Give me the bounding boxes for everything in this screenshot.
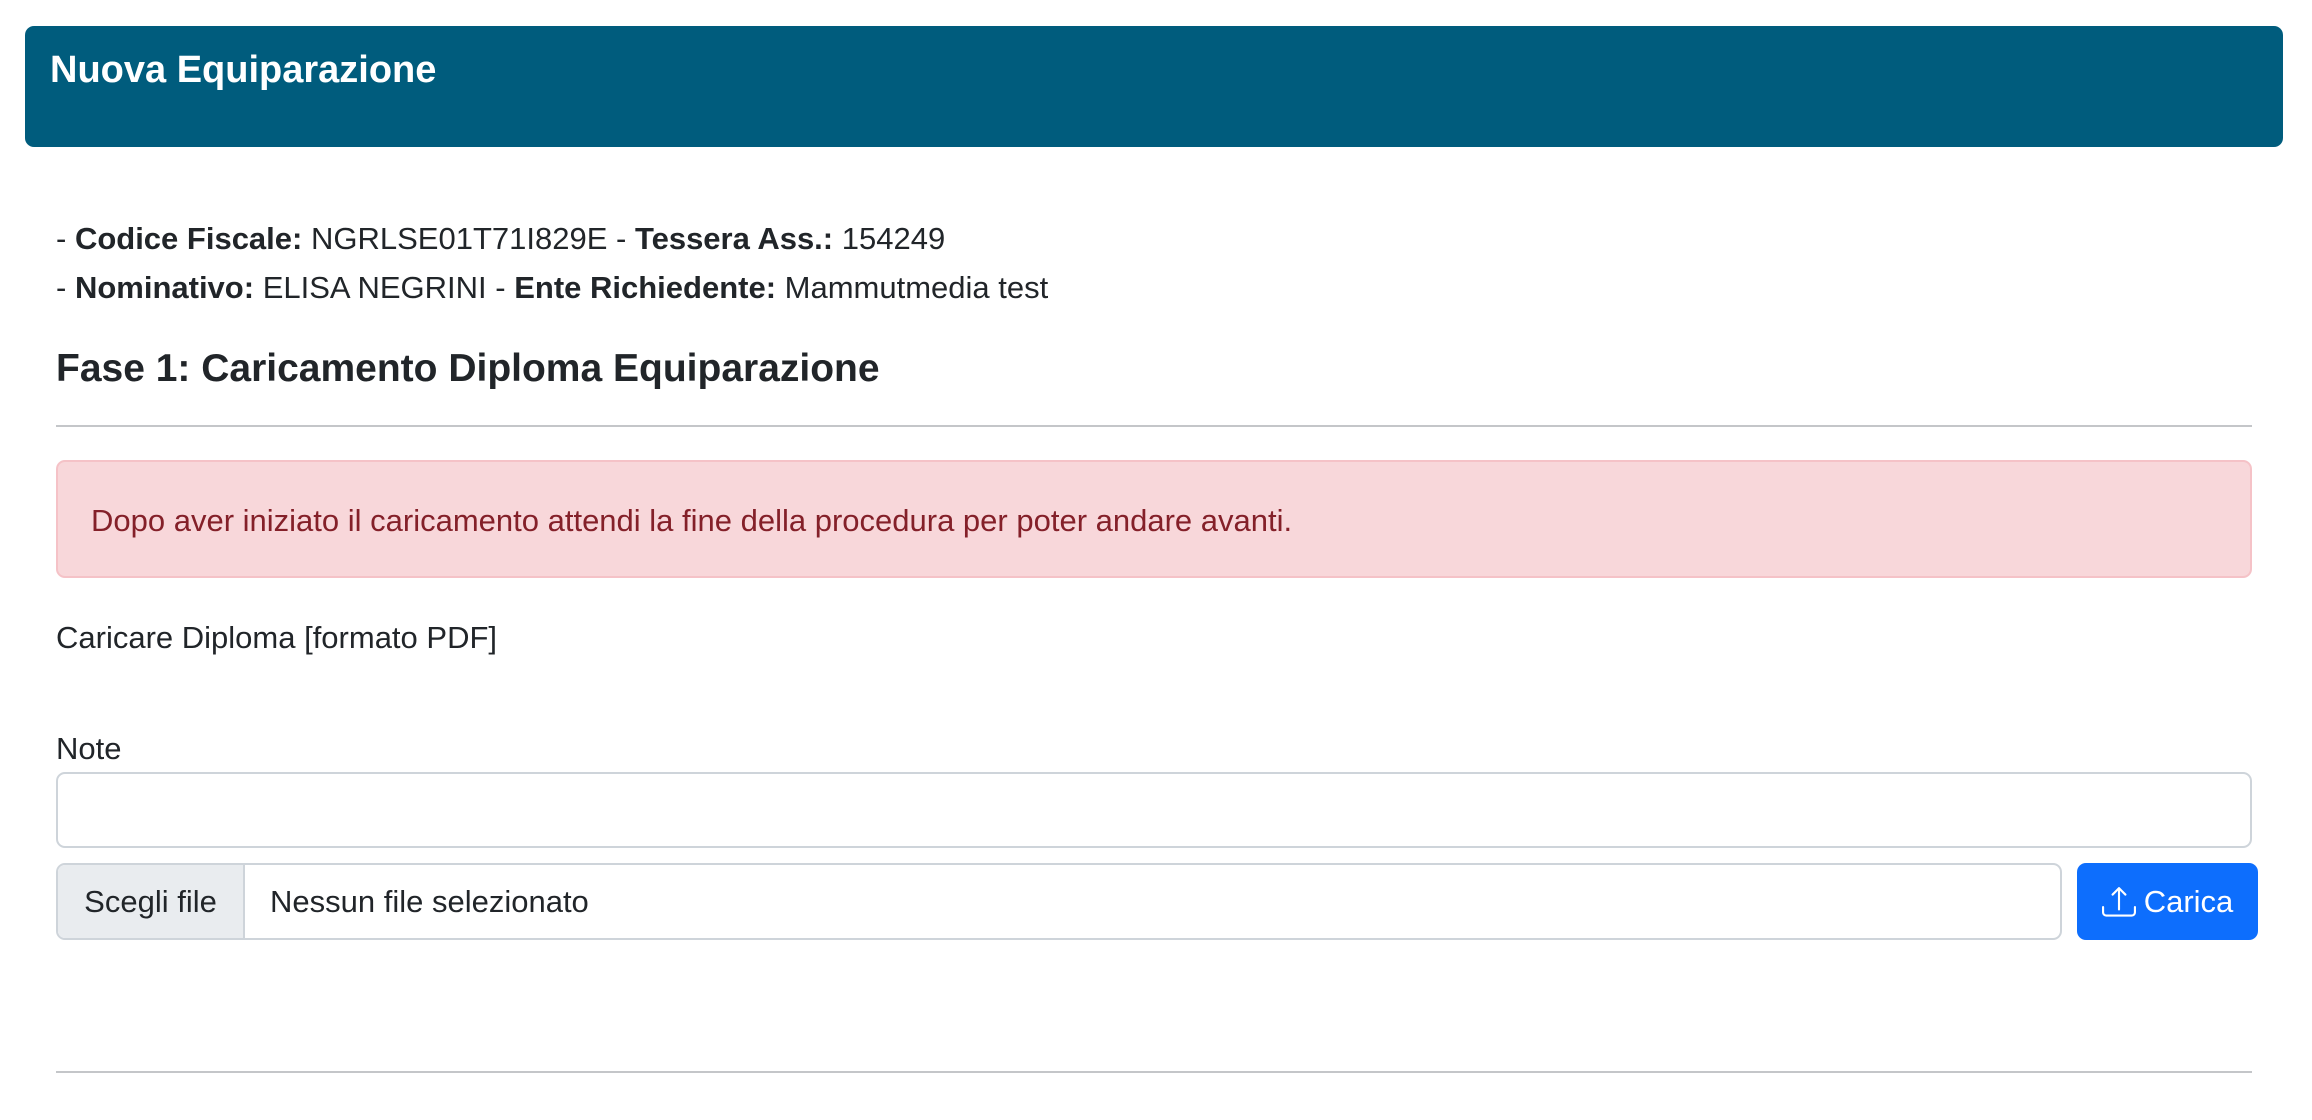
page-title: Nuova Equiparazione — [50, 49, 437, 91]
divider — [56, 1071, 2252, 1073]
divider — [56, 425, 2252, 427]
info-separator: - — [607, 221, 635, 256]
ente-value: Mammutmedia test — [784, 270, 1049, 305]
upload-icon — [2101, 885, 2136, 919]
codice-fiscale-value: NGRLSE01T71I829E — [310, 221, 608, 256]
info-line-2: - Nominativo: ELISA NEGRINI - Ente Richi… — [56, 269, 1048, 306]
note-label: Note — [56, 731, 122, 766]
upload-button-label: Carica — [2143, 883, 2234, 919]
page-header: Nuova Equiparazione — [25, 26, 2283, 147]
choose-file-button[interactable]: Scegli file — [58, 865, 245, 938]
tessera-label: Tessera Ass.: — [634, 221, 834, 256]
info-prefix: - — [56, 221, 75, 256]
ente-label: Ente Richiedente: — [514, 270, 777, 305]
alert-text: Dopo aver iniziato il caricamento attend… — [91, 503, 1293, 538]
note-input[interactable] — [56, 772, 2252, 848]
upload-button[interactable]: Carica — [2077, 863, 2258, 940]
info-line-1: - Codice Fiscale: NGRLSE01T71I829E - Tes… — [56, 220, 945, 257]
phase-title: Fase 1: Caricamento Diploma Equiparazion… — [56, 347, 880, 390]
nominativo-value: ELISA NEGRINI — [262, 270, 487, 305]
file-input-group[interactable]: Scegli file Nessun file selezionato — [56, 863, 2062, 940]
info-prefix: - — [56, 270, 75, 305]
codice-fiscale-label: Codice Fiscale: — [74, 221, 303, 256]
warning-alert: Dopo aver iniziato il caricamento attend… — [56, 460, 2252, 578]
file-status-text: Nessun file selezionato — [270, 884, 589, 919]
info-separator: - — [486, 270, 515, 305]
nominativo-label: Nominativo: — [74, 270, 255, 305]
tessera-value: 154249 — [841, 221, 946, 256]
upload-label: Caricare Diploma [formato PDF] — [56, 620, 498, 655]
